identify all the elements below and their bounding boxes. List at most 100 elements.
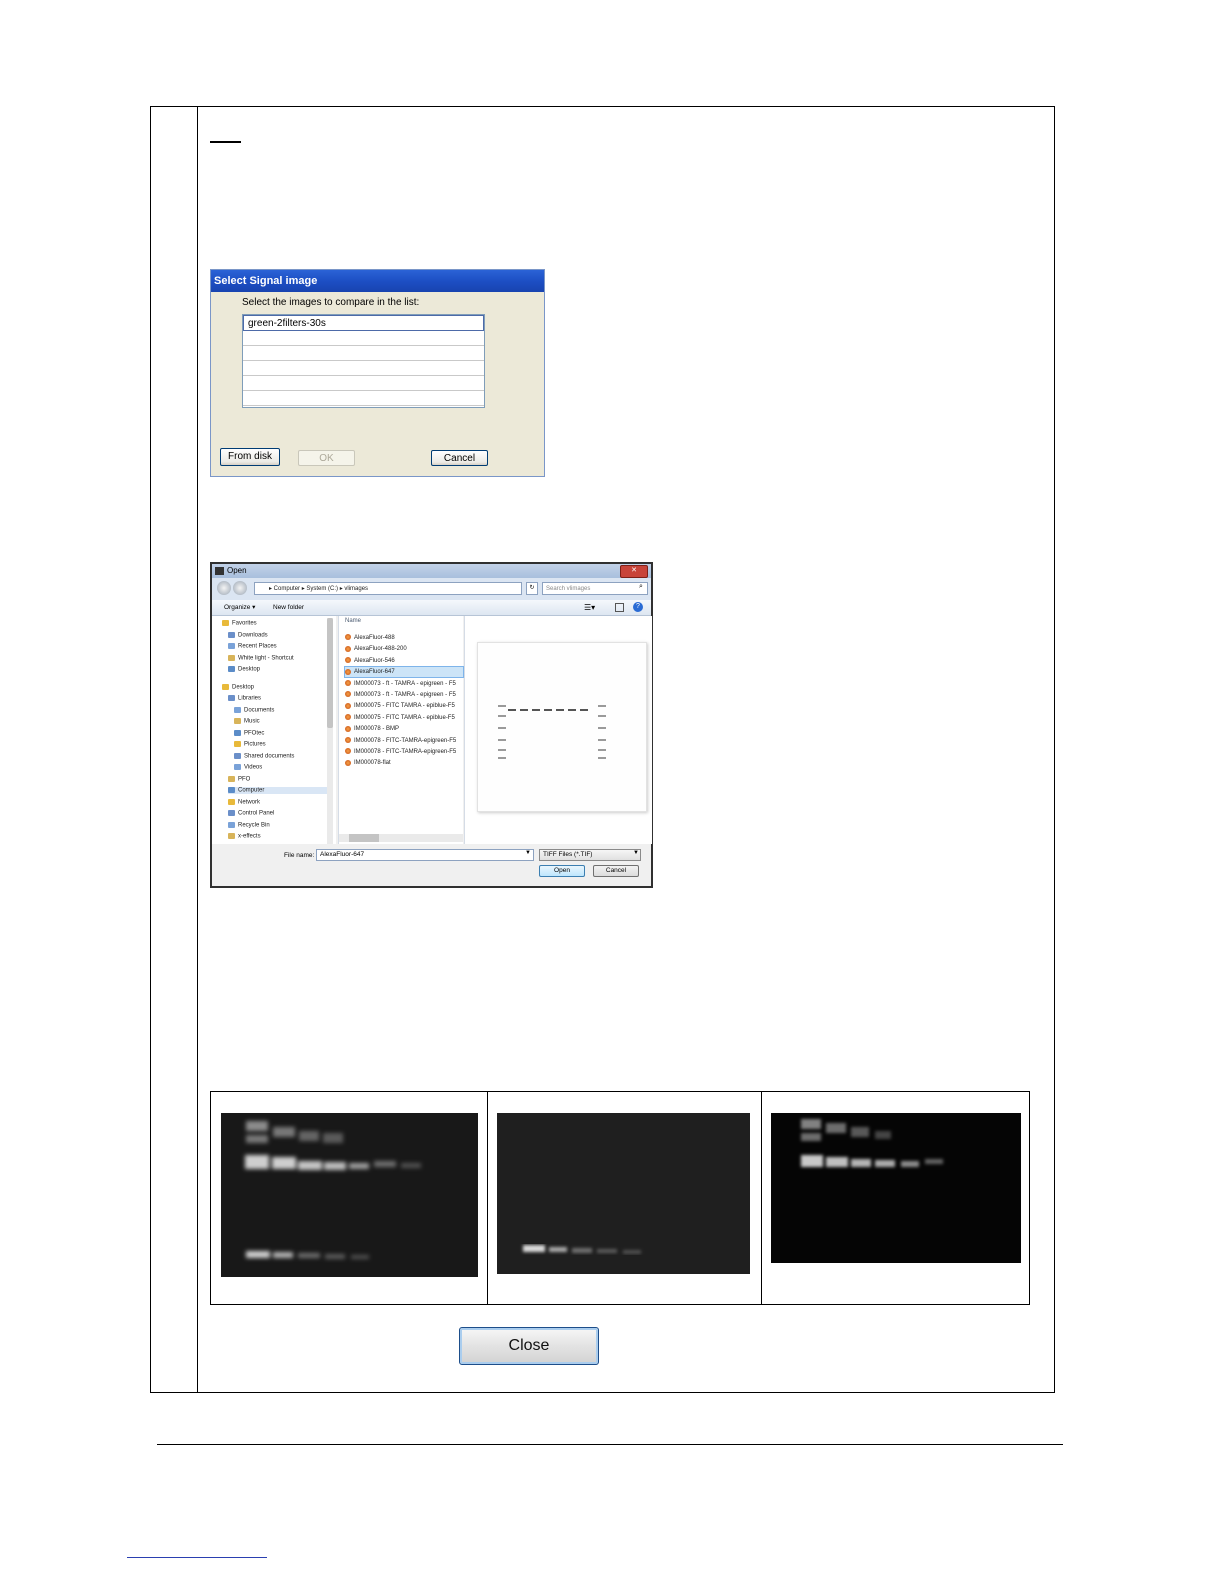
file-list-item[interactable]: AlexaFluor-647 [344, 666, 464, 679]
folder-icon [228, 775, 235, 782]
nav-item[interactable]: Music [234, 718, 260, 725]
folder-icon [228, 654, 235, 661]
file-list-item[interactable]: IM000078 - FITC-TAMRA-epigreen-F5 [345, 747, 463, 757]
list-item-empty[interactable] [243, 361, 484, 376]
folder-icon [234, 764, 241, 770]
nav-item[interactable]: PFO [228, 775, 251, 783]
file-name-label: File name: [284, 852, 315, 859]
gel-image-result [771, 1113, 1021, 1263]
list-item-empty[interactable] [243, 391, 484, 406]
file-name-input[interactable]: AlexaFluor-647 [316, 849, 534, 861]
close-window-icon[interactable]: ✕ [620, 565, 648, 578]
file-list[interactable]: Name AlexaFluor-488 AlexaFluor-488-200 Ale… [338, 616, 464, 844]
nav-item-label: Pictures [244, 741, 266, 748]
nav-item-label: Desktop [238, 666, 261, 673]
nav-item[interactable]: Downloads [228, 631, 268, 638]
folder-icon [234, 706, 241, 713]
nav-item[interactable]: Videos [234, 764, 262, 771]
nav-item[interactable]: Computer [228, 787, 327, 794]
tiff-file-icon [345, 748, 351, 755]
open-cancel-button[interactable]: Cancel [593, 865, 639, 877]
file-list-item[interactable]: IM000073 - ft - TAMRA - epigreen - F5 [345, 690, 463, 700]
nav-scroll-thumb[interactable] [327, 618, 333, 728]
chevron-down-icon[interactable]: ▼ [525, 850, 531, 856]
help-icon[interactable]: ? [633, 602, 643, 612]
tiff-file-icon [345, 759, 351, 766]
open-button[interactable]: Open [539, 865, 585, 877]
file-name: IM000073 - ft - TAMRA - epigreen - F5 [354, 680, 456, 687]
from-disk-button[interactable]: From disk [220, 448, 280, 466]
nav-scrollbar[interactable] [327, 618, 333, 844]
list-item-empty[interactable] [243, 331, 484, 346]
nav-item[interactable]: Pictures [234, 741, 266, 748]
nav-item-label: x-effects [238, 833, 261, 840]
file-list-item[interactable]: AlexaFluor-546 [345, 656, 463, 666]
name-column-header[interactable]: Name [345, 618, 361, 624]
nav-item[interactable]: x-effects [228, 833, 261, 840]
tiff-file-icon [345, 645, 351, 652]
folder-icon [228, 787, 235, 793]
preview-pane-icon[interactable] [615, 603, 624, 612]
folder-icon [228, 833, 235, 839]
gel-table-divider [487, 1092, 488, 1304]
file-hscrollbar[interactable] [339, 834, 463, 842]
file-list-item[interactable]: IM000075 - FITC TAMRA - epiblue-F5 [345, 701, 463, 711]
forward-arrow-icon[interactable] [233, 581, 247, 595]
nav-item[interactable]: Desktop [222, 683, 254, 690]
nav-item[interactable]: Favorites [222, 620, 257, 627]
nav-item-label: Favorites [232, 620, 257, 627]
back-arrow-icon[interactable] [217, 581, 231, 595]
nav-item-label: PFO [238, 776, 251, 783]
file-list-item[interactable]: IM000078 - FITC-TAMRA-epigreen-F5 [345, 736, 463, 746]
nav-item[interactable]: PFOtec [234, 729, 264, 736]
nav-item-label: White light - Shortcut [238, 655, 294, 662]
file-list-item[interactable]: IM000078-flat [345, 758, 463, 768]
nav-item-label: Computer [238, 787, 265, 794]
file-name: IM000078 - FITC-TAMRA-epigreen-F5 [354, 749, 457, 755]
list-item[interactable]: green-2filters-30s [243, 315, 484, 331]
file-list-item[interactable]: IM000075 - FITC TAMRA - epiblue-F5 [345, 713, 463, 723]
nav-item[interactable]: Network [228, 798, 260, 805]
nav-item[interactable]: Libraries [228, 695, 261, 702]
file-list-item[interactable]: AlexaFluor-488 [345, 633, 463, 643]
gel-comparison-table [210, 1091, 1030, 1305]
file-type-select[interactable]: TIFF Files (*.TIF) [539, 849, 641, 861]
nav-item[interactable]: Shared documents [234, 752, 294, 759]
image-list[interactable]: green-2filters-30s [242, 314, 485, 408]
refresh-icon[interactable]: ↻ [526, 582, 538, 595]
file-list-item[interactable]: AlexaFluor-488-200 [345, 644, 463, 654]
file-name: AlexaFluor-488-200 [354, 646, 407, 653]
folder-icon [222, 683, 229, 690]
file-hscroll-thumb[interactable] [349, 834, 379, 842]
tiff-file-icon [345, 737, 351, 744]
tiff-file-icon [345, 691, 351, 698]
nav-item[interactable]: Documents [234, 706, 274, 713]
search-input[interactable]: Search vlimages [542, 582, 648, 595]
close-button[interactable]: Close [459, 1327, 599, 1365]
tiff-file-icon [345, 634, 351, 641]
nav-item[interactable]: Recycle Bin [228, 821, 270, 828]
nav-item-label: Videos [244, 764, 263, 771]
navigation-pane[interactable]: Favorites Downloads Recent Places White lig… [212, 616, 336, 844]
list-item-empty[interactable] [243, 376, 484, 391]
nav-item[interactable]: Desktop [228, 666, 260, 673]
nav-item[interactable]: Recent Places [228, 643, 277, 650]
organize-menu[interactable]: Organize ▾ [224, 600, 255, 615]
file-name: IM000078 - BMP [354, 726, 400, 733]
ok-button[interactable]: OK [298, 450, 355, 466]
tiff-file-icon [345, 668, 351, 675]
cancel-button[interactable]: Cancel [431, 450, 488, 466]
folder-icon [228, 695, 235, 701]
list-item-empty[interactable] [243, 346, 484, 361]
search-icon: ⌕ [639, 583, 643, 590]
file-name: IM000075 - FITC TAMRA - epiblue-F5 [354, 703, 455, 710]
file-list-item[interactable]: IM000073 - ft - TAMRA - epigreen - F5 [345, 679, 463, 689]
file-name: IM000078-flat [354, 760, 391, 767]
chevron-down-icon[interactable]: ▼ [633, 850, 639, 856]
breadcrumb[interactable]: ▸ Computer ▸ System (C:) ▸ vlimages [254, 582, 522, 595]
view-options-icon[interactable]: ☰▾ [584, 600, 595, 615]
nav-item[interactable]: White light - Shortcut [228, 654, 294, 662]
nav-item[interactable]: Control Panel [228, 810, 274, 817]
new-folder-button[interactable]: New folder [273, 600, 304, 615]
file-list-item[interactable]: IM000078 - BMP [345, 724, 463, 734]
